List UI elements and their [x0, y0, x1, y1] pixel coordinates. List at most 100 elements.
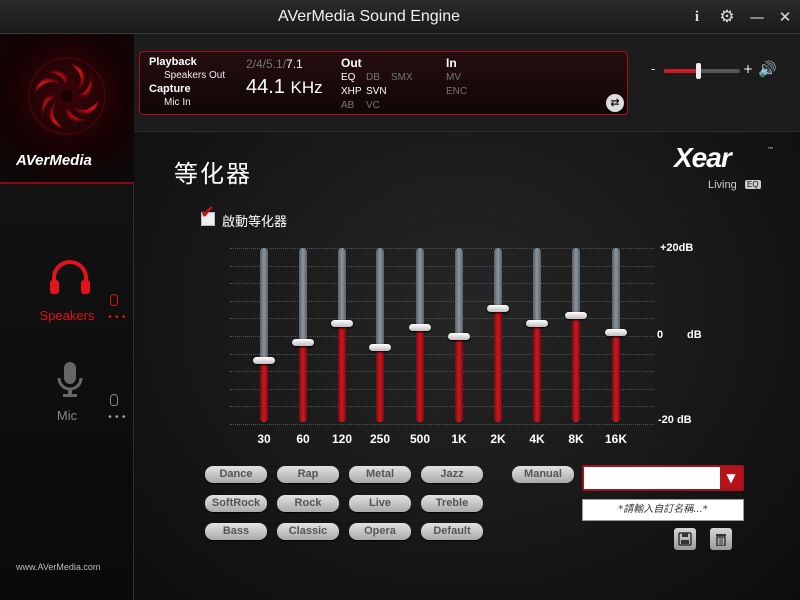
eq-slider-fill — [260, 359, 268, 422]
eq-slider-thumb[interactable] — [605, 328, 627, 336]
eq-slider-fill — [572, 314, 580, 422]
dropdown-arrow-icon[interactable]: ▼ — [720, 467, 742, 489]
playback-device: Speakers Out — [164, 70, 226, 81]
enable-eq-label: 啟動等化器 — [222, 215, 288, 230]
xear-logo: Xear — [674, 142, 732, 173]
volume-minus-button[interactable]: - — [651, 62, 655, 76]
save-icon[interactable] — [674, 528, 696, 550]
volume-slider[interactable] — [664, 63, 740, 79]
eq-freq-label: 120 — [331, 432, 353, 446]
device-options-dots[interactable]: ••• — [107, 312, 128, 323]
preset-button-bass[interactable]: Bass — [205, 523, 267, 540]
eq-slider-120[interactable] — [338, 248, 346, 422]
eq-gridline — [230, 336, 654, 337]
brand-logo-area: AVerMedia — [0, 34, 134, 184]
sidebar-item-mic[interactable]: Mic ••• — [0, 360, 134, 440]
preset-button-metal[interactable]: Metal — [349, 466, 411, 483]
out-db: DB — [366, 72, 380, 83]
eq-freq-label: 30 — [257, 432, 271, 446]
out-svn: SVN — [366, 86, 387, 97]
in-label: In — [446, 56, 457, 70]
eq-slider-thumb[interactable] — [565, 311, 587, 319]
eq-slider-8K[interactable] — [572, 248, 580, 422]
eq-slider-fill — [376, 346, 384, 422]
custom-preset-dropdown[interactable]: ▼ — [582, 465, 744, 491]
device-options-dots[interactable]: ••• — [107, 412, 128, 423]
eq-gridline — [230, 354, 654, 355]
speaker-icon[interactable]: 🔊 — [758, 60, 777, 78]
channel-mode: 2/4/5.1/7.1 — [246, 57, 303, 71]
eq-freq-label: 500 — [409, 432, 431, 446]
brand-name: AVerMedia — [16, 152, 92, 169]
preset-button-dance[interactable]: Dance — [205, 466, 267, 483]
eq-slider-fill — [299, 342, 307, 422]
eq-slider-60[interactable] — [299, 248, 307, 422]
preset-button-rap[interactable]: Rap — [277, 466, 339, 483]
volume-thumb[interactable] — [696, 63, 702, 79]
eq-slider-thumb[interactable] — [448, 333, 470, 340]
preset-button-default[interactable]: Default — [421, 523, 483, 540]
eq-slider-fill — [338, 323, 346, 422]
eq-slider-fill — [533, 323, 541, 422]
eq-slider-fill — [612, 331, 620, 422]
eq-slider-thumb[interactable] — [487, 305, 509, 313]
eq-slider-30[interactable] — [260, 248, 268, 422]
headphones-icon — [50, 260, 90, 294]
out-xhp: XHP — [341, 86, 362, 97]
audio-status-panel: Playback Speakers Out Capture Mic In 2/4… — [139, 51, 628, 115]
eq-freq-label: 4K — [529, 432, 545, 446]
xear-eq-badge: EQ — [745, 180, 761, 189]
eq-gridline — [230, 389, 654, 390]
preset-button-jazz[interactable]: Jazz — [421, 466, 483, 483]
in-mv: MV — [446, 72, 461, 83]
eq-slider-2K[interactable] — [494, 248, 502, 422]
out-label: Out — [341, 56, 362, 70]
eq-slider-500[interactable] — [416, 248, 424, 422]
preset-button-classic[interactable]: Classic — [277, 523, 339, 540]
preset-button-rock[interactable]: Rock — [277, 495, 339, 512]
capture-device: Mic In — [164, 97, 191, 108]
equalizer-panel: 等化器 Xear ™ Living EQ ✔ 啟動等化器 +20dB 0 dB … — [134, 132, 800, 600]
eq-slider-thumb[interactable] — [331, 320, 353, 328]
eq-slider-250[interactable] — [376, 248, 384, 422]
preset-button-opera[interactable]: Opera — [349, 523, 411, 540]
microphone-icon — [57, 362, 83, 397]
volume-plus-button[interactable]: + — [743, 62, 753, 76]
website-link[interactable]: www.AVerMedia.com — [16, 562, 100, 572]
eq-slider-4K[interactable] — [533, 248, 541, 422]
eq-slider-thumb[interactable] — [409, 324, 431, 332]
trash-icon[interactable] — [710, 528, 732, 550]
preset-button-treble[interactable]: Treble — [421, 495, 483, 512]
eq-gridline — [230, 424, 654, 425]
db-zero-label: 0 — [657, 329, 664, 341]
eq-slider-thumb[interactable] — [292, 339, 314, 347]
eq-gridline — [230, 301, 654, 302]
xear-trademark: ™ — [767, 146, 774, 154]
manual-preset-button[interactable]: Manual — [512, 466, 574, 483]
eq-freq-label: 1K — [451, 432, 467, 446]
info-button[interactable]: i — [686, 6, 708, 28]
settings-gear-icon[interactable]: ⚙ — [716, 6, 738, 28]
custom-name-input[interactable]: *請輸入自訂名稱...* — [582, 499, 744, 521]
playback-label: Playback — [149, 56, 197, 68]
close-button[interactable]: ✕ — [774, 6, 796, 28]
eq-gridline — [230, 283, 654, 284]
eq-slider-thumb[interactable] — [369, 343, 391, 351]
out-ab: AB — [341, 100, 355, 111]
eq-slider-thumb[interactable] — [253, 356, 275, 364]
status-info-bar: Playback Speakers Out Capture Mic In 2/4… — [134, 34, 800, 132]
preset-button-live[interactable]: Live — [349, 495, 411, 512]
sidebar-item-speakers[interactable]: Speakers ••• — [0, 260, 134, 340]
swap-arrows-icon[interactable]: ⇄ — [606, 94, 624, 112]
eq-slider-fill — [494, 308, 502, 422]
sample-rate: 44.1 KHz — [246, 76, 323, 98]
eq-freq-label: 250 — [369, 432, 391, 446]
eq-freq-label: 2K — [490, 432, 506, 446]
db-zero-unit: dB — [687, 329, 702, 341]
minimize-button[interactable]: — — [746, 6, 768, 28]
title-bar: AVerMedia Sound Engine i ⚙ — ✕ — [0, 0, 800, 34]
eq-slider-thumb[interactable] — [526, 320, 548, 328]
mouse-icon — [110, 394, 118, 406]
eq-freq-label: 60 — [296, 432, 310, 446]
preset-button-softrock[interactable]: SoftRock — [205, 495, 267, 512]
